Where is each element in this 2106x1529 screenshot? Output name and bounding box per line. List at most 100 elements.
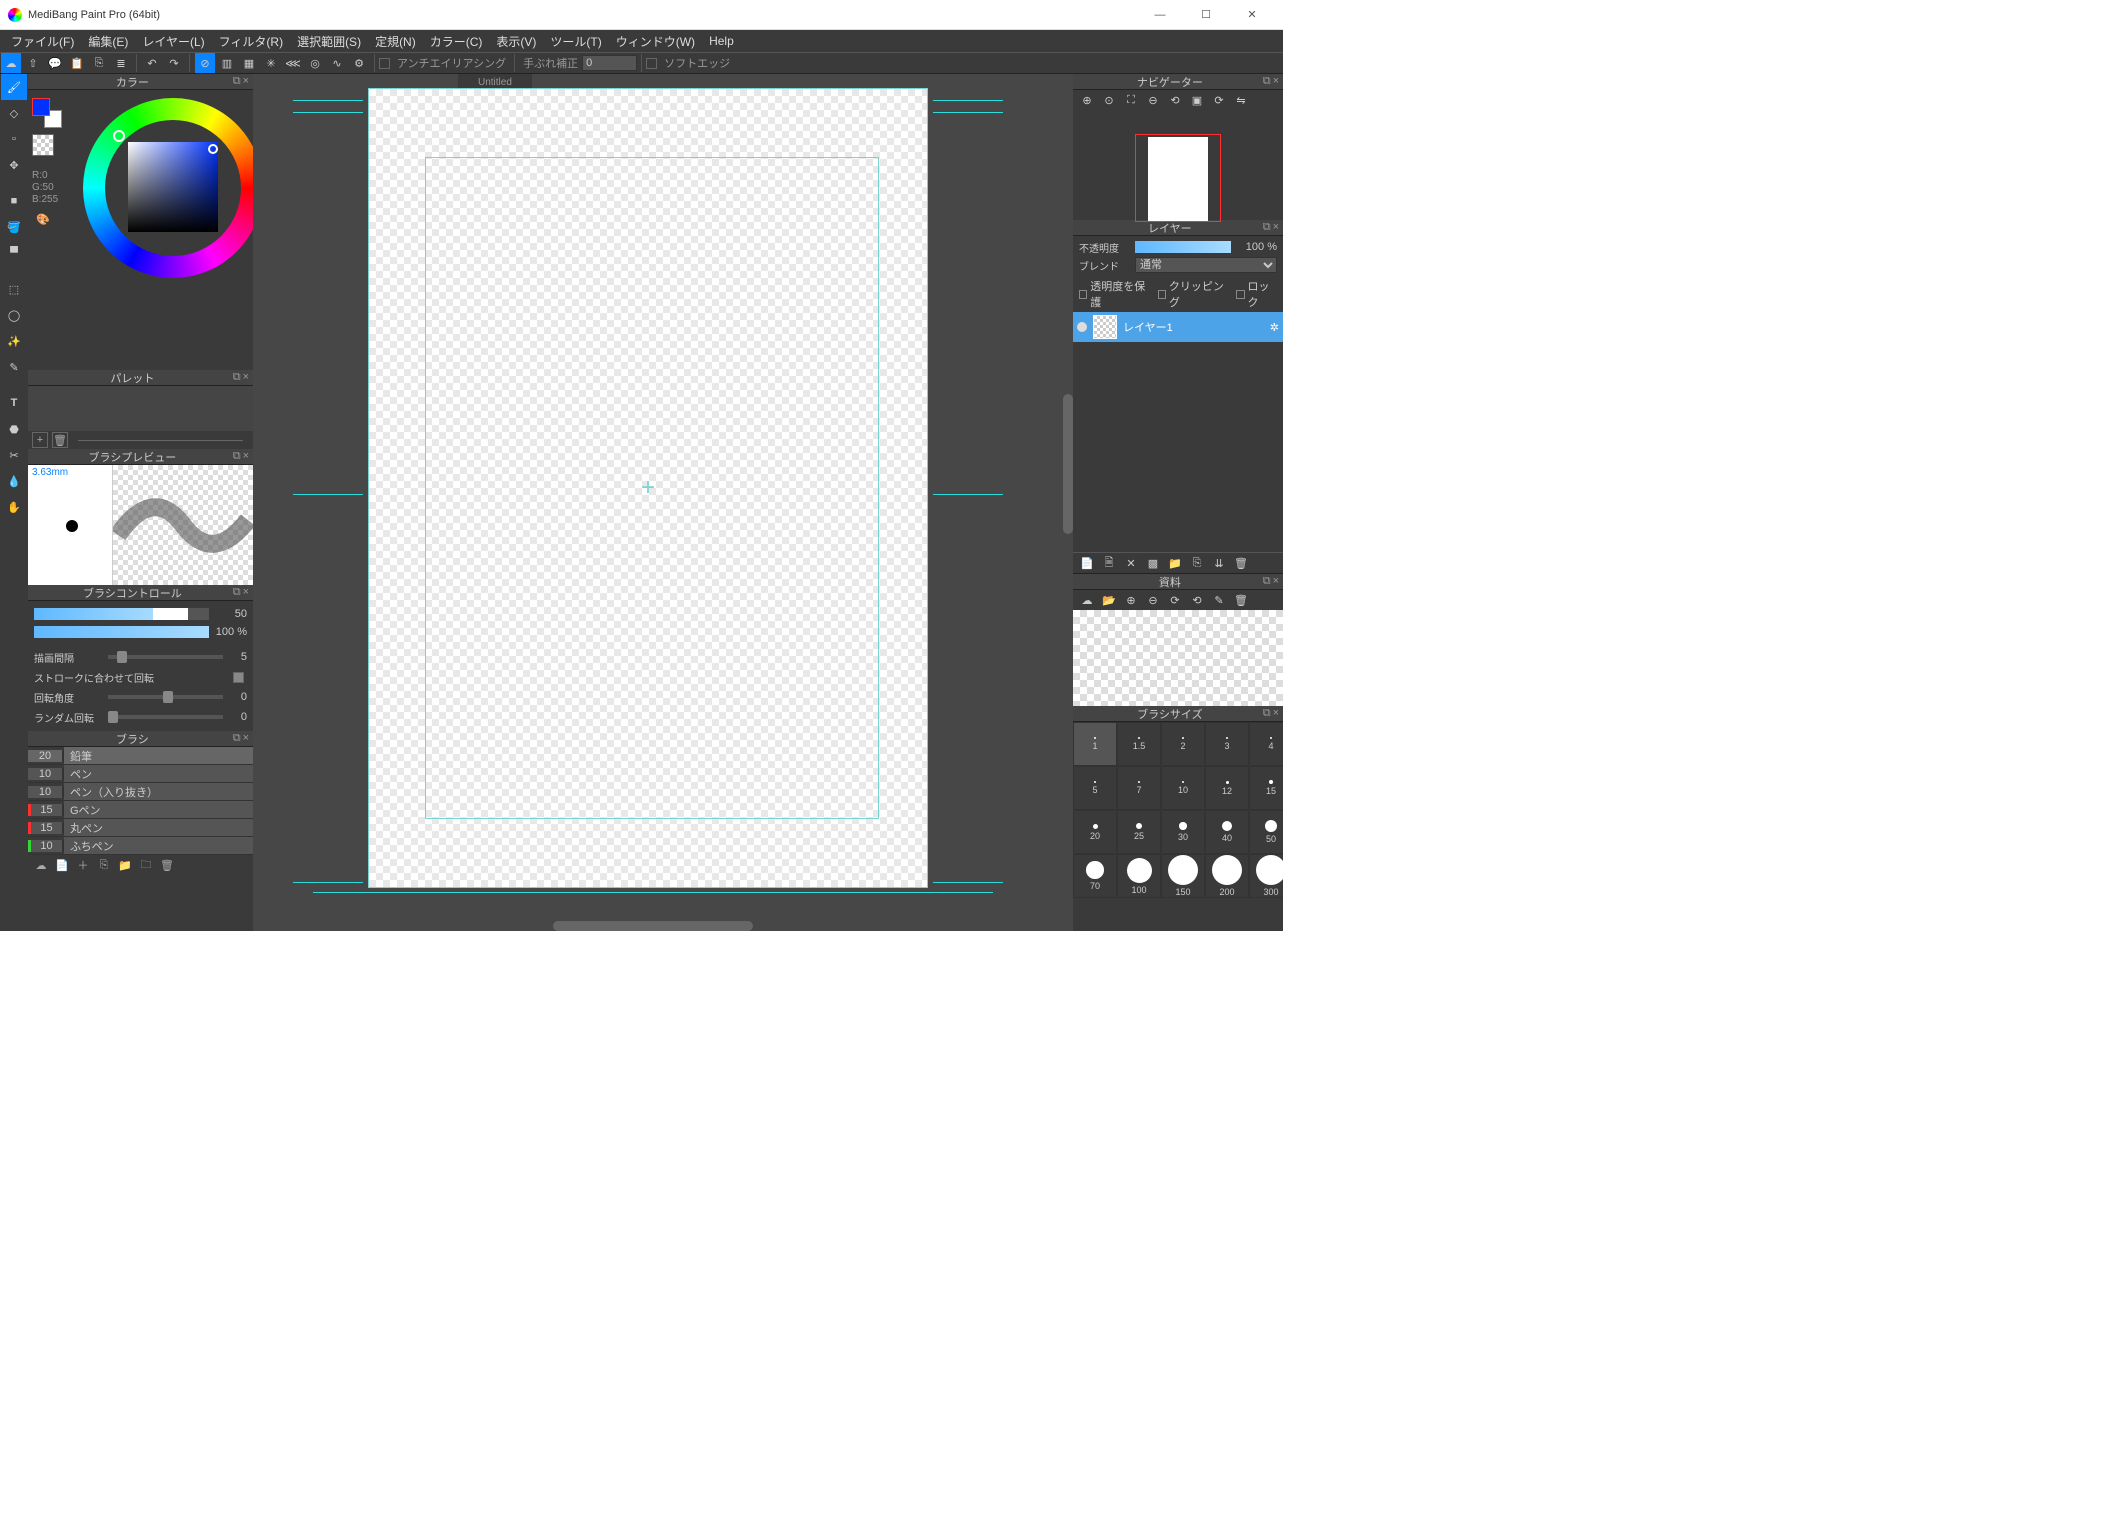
nav-flip-icon[interactable]: ⇋ bbox=[1231, 91, 1251, 109]
panel-undock-icon[interactable]: ⧉ bbox=[1263, 575, 1271, 588]
material-delete-icon[interactable]: 🗑 bbox=[1231, 591, 1251, 609]
gradient-tool-icon[interactable]: ▀ bbox=[1, 240, 27, 266]
brush-folder2-icon[interactable]: 🗀 bbox=[137, 857, 155, 873]
eraser-tool-icon[interactable]: ◇ bbox=[1, 100, 27, 126]
sv-indicator[interactable] bbox=[208, 144, 218, 154]
snap-off-icon[interactable]: ⊘ bbox=[195, 53, 215, 73]
layer-dup-icon[interactable]: ⎘ bbox=[1187, 554, 1207, 572]
material-zoomin-icon[interactable]: ⊕ bbox=[1121, 591, 1141, 609]
undo-button[interactable]: ↶ bbox=[142, 53, 162, 73]
brush-size-cell[interactable]: 40 bbox=[1205, 810, 1249, 854]
blend-mode-select[interactable]: 通常 bbox=[1135, 257, 1277, 273]
brush-list-item[interactable]: 15丸ペン bbox=[28, 819, 253, 837]
brush-opacity-slider[interactable] bbox=[34, 626, 209, 638]
menu-layer[interactable]: レイヤー(L) bbox=[135, 33, 211, 50]
layer-visibility-icon[interactable] bbox=[1077, 322, 1087, 332]
brush-delete-icon[interactable]: 🗑 bbox=[158, 857, 176, 873]
protect-alpha-checkbox[interactable] bbox=[1079, 290, 1087, 299]
material-zoomout-icon[interactable]: ⊖ bbox=[1143, 591, 1163, 609]
layer-delete-icon[interactable]: 🗑 bbox=[1231, 554, 1251, 572]
random-slider[interactable] bbox=[108, 715, 223, 719]
snap-radial-icon[interactable]: ◎ bbox=[305, 53, 325, 73]
brush-size-cell[interactable]: 70 bbox=[1073, 854, 1117, 898]
panel-close-icon[interactable]: × bbox=[1273, 75, 1279, 88]
palette-delete-icon[interactable]: 🗑 bbox=[52, 432, 68, 448]
panel-close-icon[interactable]: × bbox=[243, 732, 249, 745]
brush-list-item[interactable]: 15Gペン bbox=[28, 801, 253, 819]
shape-fill-tool-icon[interactable]: ■ bbox=[1, 188, 27, 214]
material-picker-icon[interactable]: ✎ bbox=[1209, 591, 1229, 609]
select-wand-tool-icon[interactable]: ✨ bbox=[1, 328, 27, 354]
antialias-checkbox[interactable] bbox=[379, 58, 390, 69]
select-lasso-tool-icon[interactable]: ◯ bbox=[1, 302, 27, 328]
brush-folder-icon[interactable]: 📁 bbox=[116, 857, 134, 873]
panel-undock-icon[interactable]: ⧉ bbox=[233, 75, 241, 88]
layer-new8bit-icon[interactable]: 🗎 bbox=[1099, 554, 1119, 572]
panel-undock-icon[interactable]: ⧉ bbox=[233, 586, 241, 599]
material-preview[interactable] bbox=[1073, 610, 1283, 706]
interval-slider[interactable] bbox=[108, 655, 223, 659]
menu-view[interactable]: 表示(V) bbox=[489, 33, 543, 50]
bucket-tool-icon[interactable]: 🪣 bbox=[1, 214, 27, 240]
nav-zoomin-icon[interactable]: ⊕ bbox=[1077, 91, 1097, 109]
window-close-button[interactable]: ✕ bbox=[1229, 0, 1275, 30]
brush-tool-icon[interactable]: 🖌 bbox=[1, 74, 27, 100]
panel-close-icon[interactable]: × bbox=[243, 75, 249, 88]
list-icon[interactable]: ≣ bbox=[111, 53, 131, 73]
panel-close-icon[interactable]: × bbox=[243, 371, 249, 384]
brush-size-cell[interactable]: 3 bbox=[1205, 722, 1249, 766]
layer-new-icon[interactable]: 📄 bbox=[1077, 554, 1097, 572]
snap-parallel-icon[interactable]: ▥ bbox=[217, 53, 237, 73]
angle-slider[interactable] bbox=[108, 695, 223, 699]
saturation-value-square[interactable] bbox=[128, 142, 218, 232]
brush-size-cell[interactable]: 300 bbox=[1249, 854, 1283, 898]
menu-filter[interactable]: フィルタ(R) bbox=[212, 33, 290, 50]
dot-tool-icon[interactable]: ▫ bbox=[1, 126, 27, 152]
upload-icon[interactable]: ⇧ bbox=[23, 53, 43, 73]
window-maximize-button[interactable]: ☐ bbox=[1183, 0, 1229, 30]
menu-ruler[interactable]: 定規(N) bbox=[368, 33, 423, 50]
layer-clear-icon[interactable]: ✕ bbox=[1121, 554, 1141, 572]
snap-curve-icon[interactable]: ∿ bbox=[327, 53, 347, 73]
cloud-sync-icon[interactable]: ☁ bbox=[1, 53, 21, 73]
panel-undock-icon[interactable]: ⧉ bbox=[233, 371, 241, 384]
hue-indicator[interactable] bbox=[113, 130, 125, 142]
layer-folder-icon[interactable]: 📁 bbox=[1165, 554, 1185, 572]
select-rect-tool-icon[interactable]: ⬚ bbox=[1, 276, 27, 302]
panel-close-icon[interactable]: × bbox=[243, 586, 249, 599]
brush-size-cell[interactable]: 10 bbox=[1161, 766, 1205, 810]
brush-size-cell[interactable]: 25 bbox=[1117, 810, 1161, 854]
material-open-icon[interactable]: 📂 bbox=[1099, 591, 1119, 609]
copy-icon[interactable]: ⎘ bbox=[89, 53, 109, 73]
shake-correction-input[interactable] bbox=[582, 55, 637, 71]
stroke-rotate-checkbox[interactable] bbox=[233, 672, 244, 683]
operation-tool-icon[interactable]: ⬣ bbox=[1, 416, 27, 442]
panel-undock-icon[interactable]: ⧉ bbox=[1263, 75, 1271, 88]
canvas-hscrollbar[interactable] bbox=[553, 921, 753, 931]
panel-close-icon[interactable]: × bbox=[1273, 707, 1279, 720]
layer-settings-icon[interactable]: ✲ bbox=[1270, 321, 1279, 334]
panel-close-icon[interactable]: × bbox=[243, 450, 249, 463]
brush-size-cell[interactable]: 30 bbox=[1161, 810, 1205, 854]
brush-size-cell[interactable]: 1 bbox=[1073, 722, 1117, 766]
navigator-preview[interactable] bbox=[1073, 110, 1283, 220]
move-tool-icon[interactable]: ✥ bbox=[1, 152, 27, 178]
comment-icon[interactable]: 💬 bbox=[45, 53, 65, 73]
brush-dup-icon[interactable]: ⎘ bbox=[95, 857, 113, 873]
menu-edit[interactable]: 編集(E) bbox=[81, 33, 135, 50]
brush-size-cell[interactable]: 1.5 bbox=[1117, 722, 1161, 766]
brush-size-cell[interactable]: 12 bbox=[1205, 766, 1249, 810]
clipping-checkbox[interactable] bbox=[1158, 290, 1166, 299]
text-tool-icon[interactable]: T bbox=[1, 390, 27, 416]
panel-undock-icon[interactable]: ⧉ bbox=[1263, 221, 1271, 234]
snap-cross-icon[interactable]: ✳ bbox=[261, 53, 281, 73]
brush-cloud-icon[interactable]: ☁ bbox=[32, 857, 50, 873]
menu-tool[interactable]: ツール(T) bbox=[543, 33, 608, 50]
nav-rotate-reset-icon[interactable]: ▣ bbox=[1187, 91, 1207, 109]
layer-mask-icon[interactable]: ▩ bbox=[1143, 554, 1163, 572]
nav-zoomactual-icon[interactable]: ⊙ bbox=[1099, 91, 1119, 109]
layer-item[interactable]: レイヤー1 ✲ bbox=[1073, 312, 1283, 342]
brush-list-item[interactable]: 10ふちペン bbox=[28, 837, 253, 855]
canvas[interactable]: + bbox=[368, 88, 928, 888]
brush-size-cell[interactable]: 2 bbox=[1161, 722, 1205, 766]
